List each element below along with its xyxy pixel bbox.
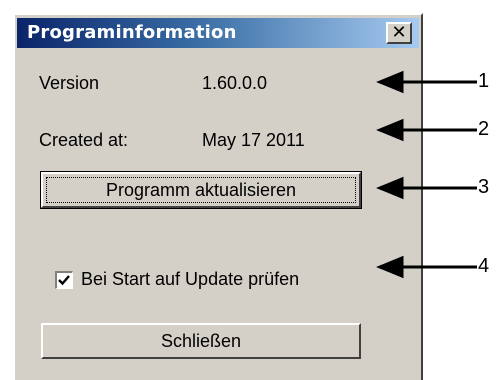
callout-arrow-4-head [376,255,404,279]
callout-number-4: 4 [478,255,490,277]
callout-number-3: 3 [478,176,490,198]
callout-arrow-2-head [376,118,404,142]
callout-number-1: 1 [478,70,490,92]
callout-arrows [376,70,477,279]
callout-number-2: 2 [478,118,490,140]
callout-arrow-3-head [376,176,404,200]
callout-arrow-1-head [376,70,404,94]
